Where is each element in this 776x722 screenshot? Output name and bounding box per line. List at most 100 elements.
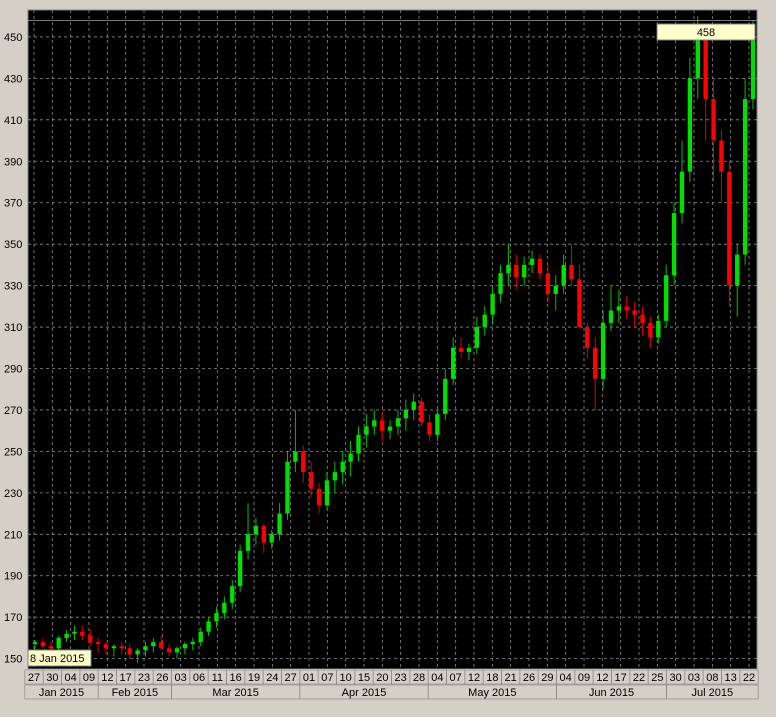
y-tick-label: 350 bbox=[4, 239, 22, 251]
month-label: Jul 2015 bbox=[692, 687, 734, 699]
y-tick-label: 210 bbox=[4, 529, 22, 541]
y-tick-label: 190 bbox=[4, 571, 22, 583]
candle-body bbox=[111, 646, 117, 649]
candle-body bbox=[32, 642, 38, 645]
y-tick-label: 230 bbox=[4, 488, 22, 500]
candle-body bbox=[727, 171, 732, 286]
x-axis: 27 30 04 09 12 17 23 26 03 06 11 16 19 24 27 01 07 10 15 20… bbox=[24, 669, 759, 717]
candle-body bbox=[103, 644, 109, 649]
month-label: Feb 2015 bbox=[112, 687, 158, 699]
crosshair-date-tooltip: 8 Jan 2015 bbox=[27, 649, 92, 667]
candle-body bbox=[253, 526, 259, 535]
x-tick-label: 13 bbox=[725, 672, 737, 684]
candle-body bbox=[95, 642, 101, 645]
candle-body bbox=[151, 642, 156, 647]
candle bbox=[237, 544, 243, 593]
candle-body bbox=[198, 631, 203, 643]
month-label: Mar 2015 bbox=[212, 687, 258, 699]
month-label: Jun 2015 bbox=[589, 687, 634, 699]
candle bbox=[419, 397, 424, 427]
candle-body bbox=[174, 648, 180, 653]
candle-body bbox=[735, 254, 740, 286]
y-tick-label: 150 bbox=[4, 654, 22, 666]
candle-body bbox=[72, 631, 77, 634]
plot-area[interactable] bbox=[27, 9, 758, 670]
x-tick-label: 23 bbox=[138, 672, 150, 684]
x-tick-label: 03 bbox=[688, 672, 700, 684]
candle-body bbox=[585, 327, 590, 348]
month-label: Apr 2015 bbox=[342, 687, 387, 699]
chart-canvas[interactable]: 1501701902102302502702903103303503703904… bbox=[0, 0, 776, 717]
candle-body bbox=[245, 534, 251, 551]
candle-body bbox=[561, 264, 566, 286]
x-tick-label: 27 bbox=[28, 672, 40, 684]
y-tick-label: 290 bbox=[4, 364, 22, 376]
candle-body bbox=[608, 310, 614, 323]
candle-body bbox=[340, 461, 345, 473]
candle-body bbox=[427, 422, 432, 435]
candle-body bbox=[664, 275, 669, 321]
candle-body bbox=[230, 586, 235, 603]
x-tick-label: 04 bbox=[65, 672, 77, 684]
candle-body bbox=[214, 613, 219, 622]
x-tick-label: 12 bbox=[596, 672, 608, 684]
candle-body bbox=[451, 347, 456, 379]
candle-body bbox=[553, 285, 558, 294]
candle-body bbox=[443, 378, 448, 415]
candle-body bbox=[482, 314, 487, 328]
candle-body bbox=[687, 78, 693, 172]
crosshair-date-label: 8 Jan 2015 bbox=[30, 653, 84, 665]
y-tick-label: 330 bbox=[4, 281, 22, 293]
candle-body bbox=[695, 36, 700, 79]
candle-body bbox=[293, 451, 298, 462]
x-tick-label: 10 bbox=[340, 672, 352, 684]
candle-body bbox=[222, 602, 227, 614]
y-tick-label: 450 bbox=[4, 32, 22, 44]
candle-body bbox=[56, 637, 61, 649]
y-tick-label: 370 bbox=[4, 198, 22, 210]
candle-body bbox=[403, 409, 409, 419]
candle-body bbox=[616, 306, 622, 311]
candle-body bbox=[458, 347, 464, 352]
y-tick-label: 430 bbox=[4, 73, 22, 85]
candle-body bbox=[127, 648, 132, 655]
candle-body bbox=[750, 36, 756, 100]
x-tick-label: 19 bbox=[248, 672, 260, 684]
candle-body bbox=[522, 264, 527, 278]
candle-body bbox=[711, 99, 716, 141]
x-tick-label: 17 bbox=[615, 672, 627, 684]
candle-body bbox=[269, 534, 274, 543]
candle-body bbox=[301, 451, 306, 473]
candle-body bbox=[356, 434, 361, 454]
candlestick-chart: 150 170 190 210 230 250 270 290 310 330 350 370 390 4… bbox=[0, 0, 776, 717]
x-tick-label: 06 bbox=[193, 672, 205, 684]
crosshair-price-label: 458 bbox=[697, 27, 715, 39]
x-tick-label: 20 bbox=[376, 672, 388, 684]
candle-body bbox=[119, 646, 124, 649]
candle-body bbox=[593, 347, 598, 379]
x-tick-label: 07 bbox=[321, 672, 333, 684]
candle-body bbox=[656, 320, 661, 338]
y-tick-label: 390 bbox=[4, 156, 22, 168]
candle bbox=[742, 78, 748, 265]
candle-body bbox=[498, 273, 503, 294]
month-label: Jan 2015 bbox=[39, 687, 84, 699]
candle-body bbox=[411, 401, 416, 410]
x-tick-label: 11 bbox=[212, 672, 223, 684]
candle-body bbox=[632, 310, 637, 315]
x-tick-label: 01 bbox=[303, 672, 315, 684]
candle-body bbox=[40, 642, 46, 647]
x-tick-label: 30 bbox=[46, 672, 58, 684]
x-tick-label: 04 bbox=[431, 672, 443, 684]
candle-body bbox=[490, 293, 495, 315]
candle-body bbox=[64, 633, 69, 638]
candle-body bbox=[679, 171, 685, 214]
candle-body bbox=[324, 480, 330, 506]
x-tick-label: 28 bbox=[413, 672, 425, 684]
x-tick-label: 04 bbox=[560, 672, 572, 684]
candle-body bbox=[514, 264, 519, 278]
candle-body bbox=[435, 414, 440, 435]
candle-body bbox=[332, 472, 337, 481]
x-tick-label: 27 bbox=[285, 672, 297, 684]
x-tick-label: 25 bbox=[651, 672, 663, 684]
